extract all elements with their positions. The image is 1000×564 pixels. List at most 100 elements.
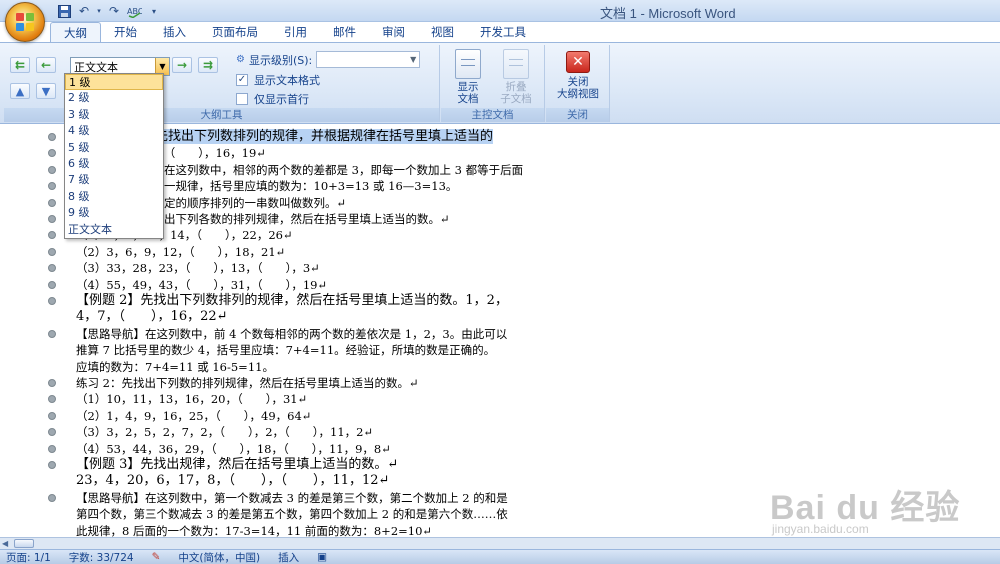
down-arrow-icon: ▼ [41, 84, 51, 98]
macro-record-icon[interactable]: ▣ [317, 551, 327, 563]
document-line[interactable]: 此规律，8 后面的一个数为：17-3=14，11 前面的数为：8+2=10↵ [76, 523, 432, 537]
outline-bullet-icon[interactable] [48, 329, 56, 338]
move-up-button[interactable]: ▲ [10, 83, 30, 99]
document-line[interactable]: （3）33，28，23，（ ），13，（ ），3↵ [76, 260, 320, 276]
dropdown-item[interactable]: 2 级 [65, 90, 163, 106]
show-text-format-checkbox[interactable]: ✓ [236, 74, 248, 86]
dropdown-item[interactable]: 9 级 [65, 205, 163, 221]
show-text-format-row[interactable]: ✓ 显示文本格式 [236, 72, 320, 88]
document-line[interactable]: 定的顺序排列的一串数叫做数列。↵ [164, 195, 346, 211]
outline-bullet-icon[interactable] [48, 165, 56, 174]
document-line[interactable]: 【例题 3】先找出规律，然后在括号里填上适当的数。↵ [76, 457, 398, 473]
document-line[interactable]: （4）55，49，43，（ ），31，（ ），19↵ [76, 277, 327, 293]
document-line[interactable]: 应填的数为：7+4=11 或 16-5=11。 [76, 359, 274, 375]
document-line[interactable]: 出下列各数的排列规律，然后在括号里填上适当的数。↵ [164, 211, 450, 227]
demote-to-body-button[interactable]: ⇉ [198, 57, 218, 73]
dropdown-item[interactable]: 4 级 [65, 123, 163, 139]
right-arrow-icon: → [176, 58, 188, 72]
watermark-url: jingyan.baidu.com [772, 522, 869, 536]
proofing-icon[interactable]: ✎ [152, 551, 161, 563]
outline-bullet-icon[interactable] [48, 444, 56, 453]
customize-quick-access-icon[interactable]: ▾ [146, 3, 162, 19]
outline-bullet-icon[interactable] [48, 461, 56, 469]
office-button[interactable] [5, 2, 45, 42]
show-first-line-checkbox[interactable] [236, 93, 248, 105]
double-right-arrow-icon: ⇉ [202, 58, 214, 72]
show-level-combo[interactable]: ▼ [316, 51, 421, 68]
dropdown-item[interactable]: 8 级 [65, 189, 163, 205]
document-line[interactable]: （2）3，6，9，12，（ ），18，21↵ [76, 244, 285, 260]
outline-bullet-icon[interactable] [48, 231, 56, 240]
document-line-text: 先找出下列数排列的规律，并根据规律在括号里填上适当的 [155, 129, 494, 144]
undo-icon[interactable]: ↶ [76, 3, 92, 19]
document-line[interactable]: 4，7，（ ），16，22↵ [76, 309, 228, 325]
document-line[interactable]: ，（ ），16，19↵ [158, 145, 266, 161]
dropdown-item[interactable]: 正文文本 [65, 222, 163, 238]
demote-button[interactable]: → [172, 57, 192, 73]
document-line[interactable]: 第四个数，第三个数减去 3 的差是第五个数，第四个数加上 2 的和是第六个数……… [76, 506, 508, 522]
status-words[interactable]: 字数: 33/724 [69, 550, 134, 564]
status-mode[interactable]: 插入 [278, 550, 299, 564]
outline-bullet-icon[interactable] [48, 264, 56, 273]
outline-level-dropdown[interactable]: 1 级2 级3 级4 级5 级6 级7 级8 级9 级正文文本 [64, 73, 164, 239]
outline-bullet-icon[interactable] [48, 247, 56, 256]
document-line[interactable]: 先找出下列数排列的规律，并根据规律在括号里填上适当的 [155, 129, 494, 145]
outline-bullet-icon[interactable] [48, 395, 56, 404]
show-first-line-row[interactable]: 仅显示首行 [236, 91, 309, 107]
dropdown-item[interactable]: 1 级 [65, 74, 163, 91]
undo-dropdown-icon[interactable]: ▾ [96, 3, 102, 19]
tab-references[interactable]: 引用 [271, 22, 320, 42]
redo-icon[interactable]: ↷ [106, 3, 122, 19]
status-page[interactable]: 页面: 1/1 [6, 550, 51, 564]
outline-bullet-icon[interactable] [48, 198, 56, 207]
promote-to-heading1-button[interactable]: ⇇ [10, 57, 30, 73]
status-language[interactable]: 中文(简体，中国) [178, 550, 260, 564]
document-line[interactable]: 【例题 2】先找出下列数排列的规律，然后在括号里填上适当的数。1，2， [76, 293, 508, 309]
outline-bullet-icon[interactable] [48, 297, 56, 305]
dropdown-item[interactable]: 6 级 [65, 156, 163, 172]
document-line[interactable]: （1）10，11，13，16，20，（ ），31↵ [76, 391, 307, 407]
tab-mailings[interactable]: 邮件 [320, 22, 369, 42]
tab-view[interactable]: 视图 [418, 22, 467, 42]
tab-home[interactable]: 开始 [101, 22, 150, 42]
document-line[interactable]: 23，4，20，6，17，8，（ ），（ ），11，12↵ [76, 473, 389, 489]
document-line[interactable]: （3）3，2，5，2，7，2，（ ），2，（ ），11，2↵ [76, 424, 373, 440]
dropdown-item[interactable]: 3 级 [65, 107, 163, 123]
document-line[interactable]: 练习 2：先找出下列数的排列规律，然后在括号里填上适当的数。↵ [76, 375, 419, 391]
outline-bullet-icon[interactable] [48, 149, 56, 158]
spellcheck-icon[interactable]: ABC [126, 3, 142, 19]
tab-outline[interactable]: 大纲 [50, 22, 101, 42]
dropdown-item[interactable]: 7 级 [65, 172, 163, 188]
tab-developer[interactable]: 开发工具 [467, 22, 539, 42]
dropdown-item[interactable]: 5 级 [65, 140, 163, 156]
document-line[interactable]: 推算 7 比括号里的数少 4，括号里应填：7+4=11。经验证，所填的数是正确的… [76, 342, 495, 358]
save-icon[interactable] [56, 3, 72, 19]
scroll-left-icon[interactable]: ◀ [2, 539, 12, 549]
outline-bullet-icon[interactable] [48, 133, 56, 141]
tab-review[interactable]: 审阅 [369, 22, 418, 42]
scroll-thumb[interactable] [14, 539, 34, 548]
document-line[interactable]: 一规律，括号里应填的数为：10+3=13 或 16—3=13。 [164, 178, 457, 194]
tab-page-layout[interactable]: 页面布局 [199, 22, 271, 42]
outline-bullet-icon[interactable] [48, 379, 56, 387]
document-line[interactable]: 【思路导航】在这列数中，第一个数减去 3 的差是第三个数，第二个数加上 2 的和… [76, 490, 508, 506]
document-line[interactable]: 【思路导航】在这列数中，前 4 个数每相邻的两个数的差依次是 1，2，3。由此可… [76, 326, 507, 342]
collapse-subdocuments-button[interactable]: 折叠 子文档 [493, 49, 539, 105]
document-line[interactable]: （4）53，44，36，29，（ ），18，（ ），11，9，8↵ [76, 441, 391, 457]
outline-bullet-icon[interactable] [48, 182, 56, 191]
document-line[interactable]: （2）1，4，9，16，25，（ ），49，64↵ [76, 408, 311, 424]
quick-access-toolbar: ↶ ▾ ↷ ABC ▾ [56, 3, 162, 19]
outline-bullet-icon[interactable] [48, 280, 56, 289]
outline-bullet-icon[interactable] [48, 215, 56, 223]
outline-bullet-icon[interactable] [48, 411, 56, 420]
show-document-button[interactable]: 显示 文档 [445, 49, 491, 105]
promote-button[interactable]: ← [36, 57, 56, 73]
close-outline-view-button[interactable]: ✕ 关闭 大纲视图 [550, 49, 606, 100]
tab-insert[interactable]: 插入 [150, 22, 199, 42]
document-line[interactable]: 在这列数中，相邻的两个数的差都是 3，即每一个数加上 3 都等于后面 [164, 162, 523, 178]
move-down-button[interactable]: ▼ [36, 83, 56, 99]
outline-bullet-icon[interactable] [48, 493, 56, 502]
close-group-label: 关闭 [546, 108, 609, 122]
outline-bullet-icon[interactable] [48, 428, 56, 437]
document-line-text: 推算 7 比括号里的数少 4，括号里应填：7+4=11。经验证，所填的数是正确的… [76, 343, 496, 358]
